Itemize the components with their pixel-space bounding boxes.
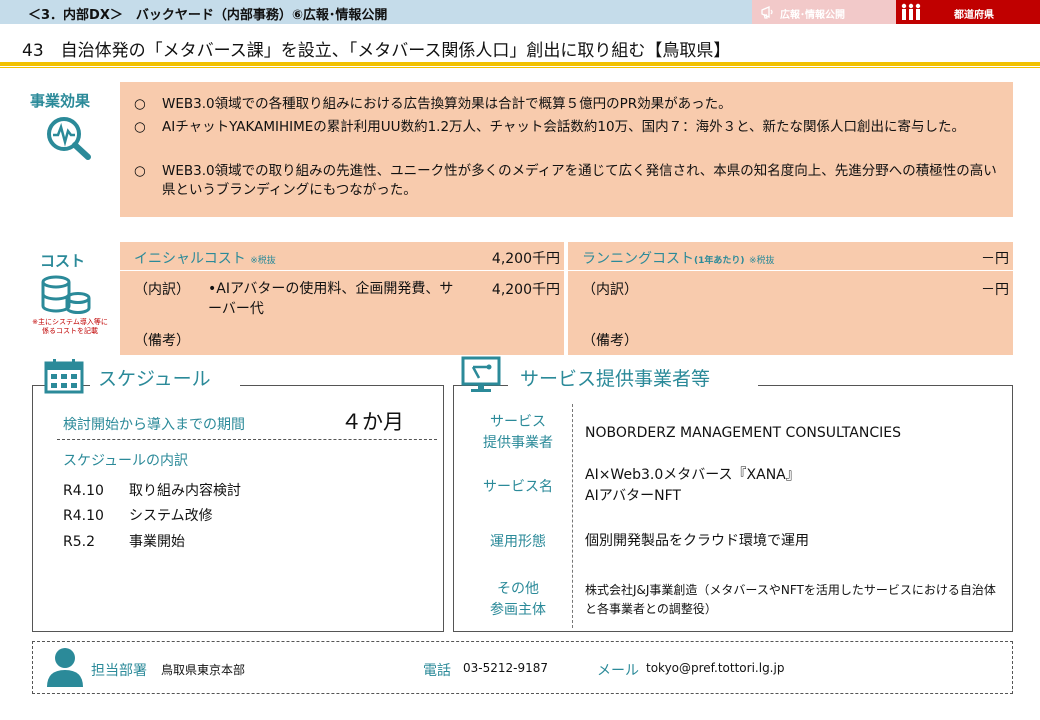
initial-breakdown-amount: 4,200千円 xyxy=(491,282,560,298)
schedule-breakdown-label: スケジュールの内訳 xyxy=(63,453,189,469)
monitor-icon xyxy=(461,356,501,392)
schedule-item-task: 事業開始 xyxy=(129,534,185,550)
provider-key: サービス 提供事業者 xyxy=(483,414,553,451)
schedule-box: 検討開始から導入までの期間 ４か月 スケジュールの内訳 R4.10 取り組み内容検… xyxy=(32,385,444,632)
service-divider xyxy=(572,404,573,628)
initial-cost-box: イニシャルコスト ※税抜 4,200千円 （内訳） •AIアバターの使用料、企画… xyxy=(120,242,564,355)
period-value: ４か月 xyxy=(341,410,404,434)
schedule-item-date: R4.10 xyxy=(63,508,104,524)
running-breakdown-amount: －円 xyxy=(981,282,1009,298)
department-value: 鳥取県東京本部 xyxy=(161,663,246,677)
category-tag-label: 広報･情報公開 xyxy=(780,10,845,21)
person-icon xyxy=(47,648,83,687)
schedule-item-task: 取り組み内容検討 xyxy=(129,483,241,499)
title-underline xyxy=(0,62,1040,66)
schedule-item: R5.2 事業開始 xyxy=(63,531,185,551)
cost-section-label: コスト xyxy=(40,252,86,270)
running-cost-amount: －円 xyxy=(981,251,1009,267)
phone-label: 電話 xyxy=(423,663,451,679)
initial-cost-name: イニシャルコスト ※税抜 xyxy=(134,251,276,267)
schedule-title: スケジュール xyxy=(98,368,211,390)
title-underline-thin xyxy=(0,67,1040,68)
breadcrumb: ＜3．内部DX＞ バックヤード（内部事務）⑥広報･情報公開 xyxy=(28,8,388,23)
initial-remarks-label: （備考） xyxy=(134,333,190,349)
mail-label: メール xyxy=(597,663,639,679)
running-remarks-label: （備考） xyxy=(582,333,638,349)
effect-text: AIチャットYAKAMIHIMEの累計利用UU数約1.2万人、チャット会話数約1… xyxy=(162,119,966,135)
page-title: 43 自治体発の「メタバース課」を設立、「メタバース関係人口」創出に取り組む【鳥… xyxy=(22,41,731,61)
provider-value: NOBORDERZ MANAGEMENT CONSULTANCIES xyxy=(585,425,901,441)
operation-mode-value: 個別開発製品をクラウド環境で運用 xyxy=(585,533,809,549)
running-cost-tax: ※税抜 xyxy=(748,256,775,266)
initial-breakdown-text: •AIアバターの使用料、企画開発費、サーバー代 xyxy=(208,281,454,317)
mail-value[interactable]: tokyo@pref.tottori.lg.jp xyxy=(646,661,784,675)
running-cost-per-year: (1年あたり) xyxy=(694,256,745,266)
effect-section-label: 事業効果 xyxy=(30,92,91,110)
running-cost-header: ランニングコスト(1年あたり) ※税抜 －円 xyxy=(568,242,1013,271)
service-name-key: サービス名 xyxy=(483,479,553,495)
level-tag: 都道府県 xyxy=(896,0,1040,24)
schedule-item: R4.10 システム改修 xyxy=(63,505,213,525)
cost-note: ※主にシステム導入等に係るコストを記載 xyxy=(32,318,108,335)
period-label: 検討開始から導入までの期間 xyxy=(63,417,245,433)
megaphone-icon xyxy=(761,6,773,19)
running-cost-box: ランニングコスト(1年あたり) ※税抜 －円 （内訳） －円 （備考） xyxy=(568,242,1013,355)
initial-breakdown-label: （内訳） xyxy=(134,282,190,298)
effect-text: WEB3.0領域での取り組みの先進性、ユニーク性が多くのメディアを通じて広く発信… xyxy=(162,163,997,198)
service-title: サービス提供事業者等 xyxy=(520,368,711,390)
effect-text: WEB3.0領域での各種取り組みにおける広告換算効果は合計で概算５億円のPR効果… xyxy=(162,96,732,112)
period-divider xyxy=(57,439,437,440)
effect-bullet: ○ xyxy=(134,96,146,112)
other-participants-value: 株式会社J&J事業創造（メタバースやNFTを活用したサービスにおける自治体と各事… xyxy=(585,583,996,616)
service-box: サービス 提供事業者 NOBORDERZ MANAGEMENT CONSULTAN… xyxy=(453,385,1013,632)
phone-value: 03-5212-9187 xyxy=(463,661,549,675)
magnifier-chart-icon xyxy=(47,117,91,160)
schedule-item-date: R5.2 xyxy=(63,534,95,550)
running-cost-name: ランニングコスト(1年あたり) ※税抜 xyxy=(582,251,775,267)
schedule-item-date: R4.10 xyxy=(63,483,104,499)
initial-cost-amount: 4,200千円 xyxy=(491,251,560,267)
other-participants-key: その他 参画主体 xyxy=(490,581,546,618)
schedule-item: R4.10 取り組み内容検討 xyxy=(63,480,241,500)
coins-icon xyxy=(41,275,91,314)
effect-bullet: ○ xyxy=(134,119,146,135)
running-breakdown-label: （内訳） xyxy=(582,282,638,298)
initial-cost-tax: ※税抜 xyxy=(250,256,276,266)
effect-bullet: ○ xyxy=(134,163,146,179)
calendar-icon xyxy=(44,359,84,394)
initial-cost-header: イニシャルコスト ※税抜 4,200千円 xyxy=(120,242,564,271)
schedule-item-task: システム改修 xyxy=(129,508,213,524)
operation-mode-key: 運用形態 xyxy=(490,534,546,550)
effect-box: ○ WEB3.0領域での各種取り組みにおける広告換算効果は合計で概算５億円のPR… xyxy=(120,82,1013,217)
contact-footer: 担当部署 鳥取県東京本部 電話 03-5212-9187 メール tokyo@p… xyxy=(32,641,1013,694)
service-name-value: AI×Web3.0メタバース『XANA』 AIアバターNFT xyxy=(585,467,800,504)
level-tag-label: 都道府県 xyxy=(954,10,994,21)
people-icon xyxy=(901,3,921,20)
department-label: 担当部署 xyxy=(91,663,147,679)
category-tag: 広報･情報公開 xyxy=(752,0,896,24)
